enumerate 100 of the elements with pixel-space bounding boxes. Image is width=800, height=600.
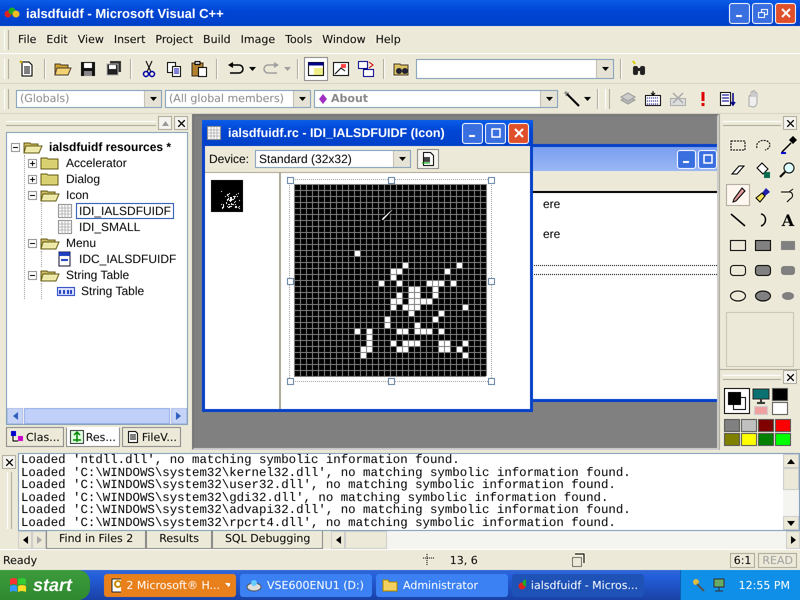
menubar-entry[interactable]: Tools bbox=[280, 31, 318, 48]
maximize-icon[interactable] bbox=[702, 154, 712, 164]
current-colors-drawing[interactable] bbox=[724, 388, 750, 414]
maximize-button[interactable] bbox=[698, 150, 717, 168]
new-device-image-button[interactable] bbox=[417, 149, 440, 169]
maximize-button[interactable] bbox=[485, 122, 506, 144]
workspace-tab[interactable]: Res... bbox=[66, 427, 120, 447]
up-arrow-icon[interactable] bbox=[787, 458, 795, 464]
caret-icon[interactable] bbox=[249, 66, 256, 70]
maximize-icon[interactable] bbox=[490, 128, 500, 138]
text-tool[interactable]: A bbox=[776, 209, 800, 231]
workspace-tab[interactable]: Clas... bbox=[6, 427, 64, 447]
help-document-icon[interactable] bbox=[110, 577, 122, 593]
close-button[interactable] bbox=[508, 122, 529, 144]
close-pane-button[interactable] bbox=[174, 116, 188, 130]
disc-drive-icon[interactable] bbox=[246, 577, 262, 593]
network-icon[interactable] bbox=[710, 577, 727, 593]
tree-item[interactable]: String Table bbox=[63, 267, 132, 283]
resize-handle[interactable] bbox=[488, 378, 495, 385]
resize-handle[interactable] bbox=[488, 278, 495, 284]
menubar-entry[interactable]: Help bbox=[370, 31, 406, 48]
document-icon[interactable] bbox=[126, 430, 140, 444]
horizontal-scrollbar[interactable] bbox=[7, 408, 187, 424]
color-swatch[interactable] bbox=[741, 433, 757, 446]
collapse-box-icon[interactable] bbox=[28, 270, 37, 280]
dropdown-arrow-icon[interactable] bbox=[602, 66, 608, 70]
close-icon[interactable] bbox=[6, 458, 12, 466]
scrollbar-thumb[interactable] bbox=[783, 468, 799, 490]
windows-flag-icon[interactable] bbox=[8, 576, 28, 594]
color-swatch[interactable] bbox=[758, 433, 774, 446]
document-icon[interactable] bbox=[421, 151, 436, 167]
menubar-entry[interactable]: File bbox=[13, 31, 42, 48]
minimize-button[interactable] bbox=[677, 150, 696, 168]
output-tab[interactable]: Results bbox=[146, 531, 212, 549]
right-arrow-icon[interactable] bbox=[790, 536, 796, 544]
taskbar-button[interactable]: ialsdfuidf - Micros... bbox=[512, 574, 644, 596]
resize-handle[interactable] bbox=[388, 177, 394, 184]
close-icon[interactable] bbox=[786, 120, 794, 126]
dropdown-arrow-icon[interactable] bbox=[398, 157, 406, 161]
collapse-box-icon[interactable] bbox=[28, 190, 37, 200]
tree-item[interactable]: IDI_IALSDFUIDF bbox=[76, 203, 174, 219]
collapse-box-icon[interactable] bbox=[11, 142, 20, 152]
minimize-button[interactable] bbox=[729, 2, 750, 24]
tree-item[interactable]: IDC_IALSDFUIDF bbox=[76, 251, 180, 267]
scrollbar-thumb[interactable] bbox=[345, 531, 388, 549]
scroll-left-button[interactable] bbox=[18, 531, 32, 549]
color-swatch[interactable] bbox=[741, 419, 757, 432]
class-diagram-icon[interactable] bbox=[10, 430, 24, 444]
color-swatch[interactable] bbox=[724, 433, 740, 446]
keys-icon[interactable] bbox=[690, 577, 707, 593]
device-select[interactable]: Standard (32x32) bbox=[255, 150, 412, 168]
caret-icon[interactable] bbox=[584, 96, 591, 100]
close-toolbox-button[interactable] bbox=[783, 116, 797, 130]
menubar-entry[interactable]: Window bbox=[317, 31, 371, 48]
collapse-box-icon[interactable] bbox=[28, 238, 37, 248]
resize-handle[interactable] bbox=[488, 177, 495, 184]
monitor-icon[interactable] bbox=[752, 388, 770, 404]
scrollbar-thumb[interactable] bbox=[24, 408, 170, 424]
color-swatch[interactable] bbox=[758, 419, 774, 432]
menubar-entry[interactable]: View bbox=[72, 31, 109, 48]
restore-icon[interactable] bbox=[758, 8, 768, 18]
minimize-button[interactable] bbox=[462, 122, 483, 144]
vertical-scrollbar[interactable] bbox=[783, 454, 799, 530]
close-output-button[interactable] bbox=[2, 455, 16, 469]
close-icon[interactable] bbox=[786, 374, 794, 380]
tree-item[interactable]: Dialog bbox=[63, 171, 104, 187]
close-button[interactable] bbox=[775, 2, 796, 24]
left-arrow-icon[interactable] bbox=[22, 536, 28, 544]
tree-item[interactable]: String Table bbox=[78, 283, 148, 299]
tree-item[interactable]: IDI_SMALL bbox=[76, 219, 144, 235]
taskbar-button[interactable]: Administrator bbox=[376, 574, 508, 596]
color-swatch[interactable] bbox=[772, 388, 788, 401]
taskbar-button[interactable]: VSE600ENU1 (D:) bbox=[240, 574, 372, 596]
horizontal-scrollbar[interactable] bbox=[331, 531, 800, 549]
left-arrow-icon[interactable] bbox=[336, 536, 341, 544]
tree-item[interactable]: Accelerator bbox=[63, 155, 130, 171]
color-swatch[interactable] bbox=[775, 419, 791, 432]
menubar-entry[interactable]: Build bbox=[198, 31, 236, 48]
find-field[interactable] bbox=[416, 58, 614, 78]
color-swatch[interactable] bbox=[775, 433, 791, 446]
expand-box-icon[interactable] bbox=[28, 158, 37, 168]
color-swatch[interactable] bbox=[724, 419, 740, 432]
menubar-entry[interactable]: Image bbox=[236, 31, 280, 48]
tree-item[interactable]: Icon bbox=[63, 187, 92, 203]
resize-handle[interactable] bbox=[287, 177, 294, 184]
menubar-entry[interactable]: Edit bbox=[41, 31, 73, 48]
resize-handle[interactable] bbox=[287, 378, 294, 385]
workspace-tab[interactable]: FileV... bbox=[122, 427, 181, 447]
close-icon[interactable] bbox=[178, 120, 184, 126]
tree-item[interactable]: ialsdfuidf resources * bbox=[46, 139, 174, 155]
resize-handle[interactable] bbox=[287, 278, 294, 284]
pixel-canvas-drawing[interactable] bbox=[294, 184, 487, 377]
color-swatch[interactable] bbox=[772, 402, 788, 415]
inverse-color-swatch[interactable] bbox=[754, 406, 768, 415]
start-button[interactable]: start bbox=[0, 570, 90, 600]
close-colors-button[interactable] bbox=[783, 370, 797, 384]
expand-box-icon[interactable] bbox=[28, 174, 37, 184]
output-tab[interactable]: Find in Files 2 bbox=[46, 531, 146, 549]
resource-icon[interactable] bbox=[70, 430, 84, 444]
resize-handle[interactable] bbox=[388, 378, 394, 385]
